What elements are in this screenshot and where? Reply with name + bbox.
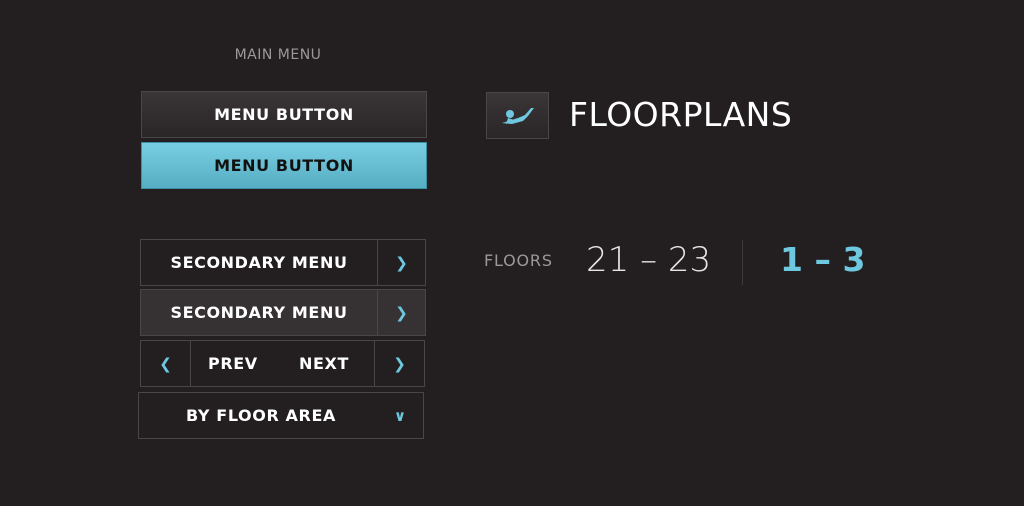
chevron-left-icon[interactable]: ❮ [141, 341, 191, 386]
secondary-menu-item[interactable]: SECONDARY MENU ❯ [140, 239, 426, 286]
chevron-right-icon[interactable]: ❯ [377, 240, 425, 285]
menu-button-active[interactable]: MENU BUTTON [141, 142, 427, 189]
sort-dropdown[interactable]: BY FLOOR AREA ∨ [138, 392, 424, 439]
chevron-right-icon[interactable]: ❯ [374, 341, 424, 386]
floors-range-selected[interactable]: 1 – 3 [780, 240, 865, 279]
floors-range-option[interactable]: 21 – 23 [586, 240, 711, 280]
next-button[interactable]: NEXT [299, 354, 349, 373]
secondary-menu-label: SECONDARY MENU [170, 253, 348, 272]
pagination: ❮ PREV NEXT ❯ [140, 340, 425, 387]
chevron-right-icon[interactable]: ❯ [377, 290, 425, 335]
main-menu-heading: MAIN MENU [234, 47, 322, 63]
floorplans-figure-icon [501, 107, 534, 124]
floorplans-icon-button[interactable] [486, 92, 549, 139]
menu-button[interactable]: MENU BUTTON [141, 91, 427, 138]
dropdown-selected-value: BY FLOOR AREA [186, 406, 336, 425]
floors-label: FLOORS [484, 251, 553, 270]
prev-button[interactable]: PREV [208, 354, 258, 373]
divider [742, 240, 743, 285]
secondary-menu-item-hover[interactable]: SECONDARY MENU ❯ [140, 289, 426, 336]
page-title: FLOORPLANS [569, 95, 793, 134]
chevron-down-icon[interactable]: ∨ [377, 407, 423, 425]
secondary-menu-label: SECONDARY MENU [170, 303, 348, 322]
pagination-labels: PREV NEXT [191, 341, 374, 386]
